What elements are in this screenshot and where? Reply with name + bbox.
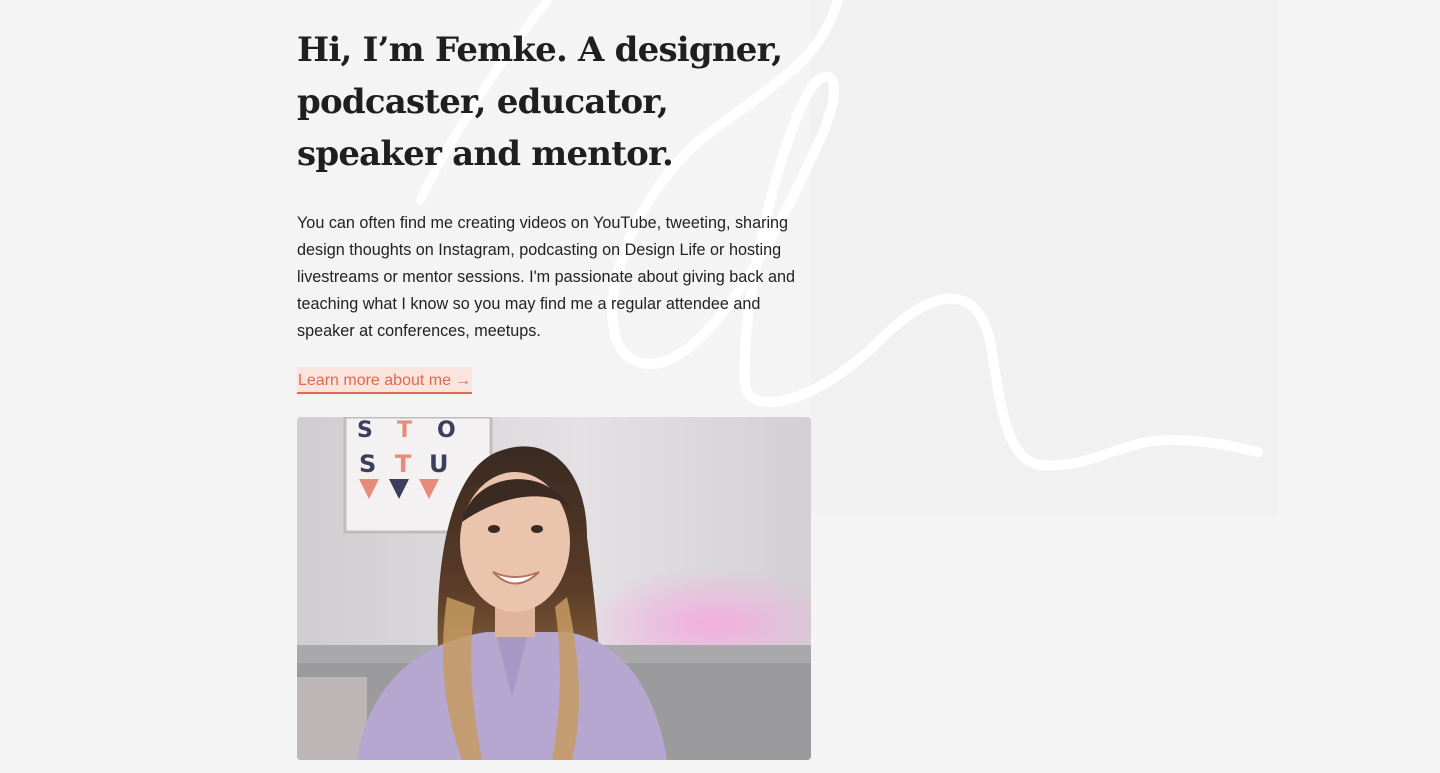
poster-letter: S [357, 418, 373, 443]
intro-paragraph: You can often find me creating videos on… [297, 214, 795, 340]
poster-letter: U [429, 450, 449, 478]
learn-more-link[interactable]: Learn more about me → [297, 367, 472, 394]
page-title: Hi, I’m Femke. A designer, podcaster, ed… [297, 30, 783, 174]
poster-letter: S [359, 450, 376, 478]
poster-letter: T [395, 450, 412, 478]
arrow-right-icon: → [454, 372, 471, 389]
portrait-photo: S T O S T U [297, 417, 811, 760]
svg-text:T: T [397, 418, 412, 443]
hero-section: Hi, I’m Femke. A designer, podcaster, ed… [297, 24, 811, 394]
learn-more-label: Learn more about me [298, 372, 451, 389]
svg-text:O: O [437, 418, 456, 443]
background-panel [811, 0, 1278, 515]
